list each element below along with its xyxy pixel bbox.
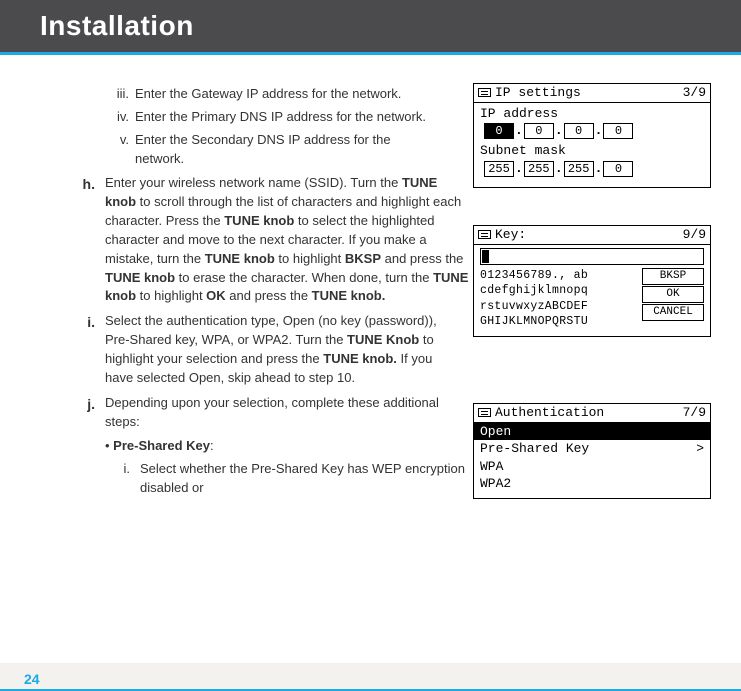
character-picker[interactable]: 0123456789., ab cdefghijklmnopq rstuvwxy… [480,268,639,330]
page-number: 24 [24,671,40,687]
ip-octet-2[interactable]: 0 [524,123,554,139]
step-j: j. Depending upon your selection, comple… [30,394,470,432]
lcd-authentication: Authentication 7/9 Open Pre-Shared Key> … [473,403,711,499]
lcd-title-bar: IP settings 3/9 [474,84,710,103]
instruction-column: iii. Enter the Gateway IP address for th… [30,85,470,498]
step-iv: iv. Enter the Primary DNS IP address for… [30,108,470,127]
lcd-title-bar: Key: 9/9 [474,226,710,245]
subnet-mask-label: Subnet mask [480,143,704,159]
step-text: Enter your wireless network name (SSID).… [105,174,470,306]
subnet-octet-3[interactable]: 255 [564,161,594,177]
lcd-title-text: IP settings [495,85,581,101]
chevron-right-icon: > [696,441,704,457]
list-icon [478,88,491,97]
list-icon [478,408,491,417]
lcd-body: IP address 0. 0. 0. 0 Subnet mask 255. 2… [474,103,710,187]
auth-option-wpa[interactable]: WPA [474,458,710,476]
content-area: iii. Enter the Gateway IP address for th… [0,55,741,498]
step-h: h. Enter your wireless network name (SSI… [30,174,470,306]
bksp-button[interactable]: BKSP [642,268,704,285]
list-icon [478,230,491,239]
step-j-sub-i: i. Select whether the Pre-Shared Key has… [30,460,470,498]
step-marker: h. [30,174,105,306]
key-input-field[interactable] [480,248,704,265]
step-text: Enter the Secondary DNS IP address for t… [135,131,435,169]
step-text: Depending upon your selection, complete … [105,394,470,432]
auth-option-wpa2[interactable]: WPA2 [474,475,710,498]
step-text: Select the authentication type, Open (no… [105,312,450,387]
key-buttons: BKSP OK CANCEL [642,268,704,330]
lcd-page-indicator: 3/9 [683,85,706,101]
step-marker: iii. [30,85,135,104]
step-i: i. Select the authentication type, Open … [30,312,470,387]
page-header: Installation [0,0,741,52]
step-marker: v. [30,131,135,169]
step-marker: i. [30,312,105,387]
lcd-title-text: Authentication [495,405,604,421]
auth-option-open[interactable]: Open [474,423,710,441]
lcd-body: Open Pre-Shared Key> WPA WPA2 [474,423,710,498]
ip-octet-4[interactable]: 0 [603,123,633,139]
ip-octet-3[interactable]: 0 [564,123,594,139]
subnet-mask-row: 255. 255. 255. 0 [484,161,704,177]
step-marker: i. [30,460,140,498]
lcd-title-text: Key: [495,227,526,243]
footer-band [0,663,741,689]
subnet-octet-2[interactable]: 255 [524,161,554,177]
lcd-page-indicator: 9/9 [683,227,706,243]
cancel-button[interactable]: CANCEL [642,304,704,321]
step-marker: iv. [30,108,135,127]
step-v: v. Enter the Secondary DNS IP address fo… [30,131,470,169]
auth-option-psk[interactable]: Pre-Shared Key> [474,440,710,458]
text-cursor [482,250,489,263]
lcd-body: 0123456789., ab cdefghijklmnopq rstuvwxy… [474,245,710,336]
subnet-octet-1[interactable]: 255 [484,161,514,177]
page-title: Installation [40,10,194,42]
lcd-key-entry: Key: 9/9 0123456789., ab cdefghijklmnopq… [473,225,711,337]
step-iii: iii. Enter the Gateway IP address for th… [30,85,470,104]
ip-octet-1[interactable]: 0 [484,123,514,139]
step-text: Enter the Primary DNS IP address for the… [135,108,435,127]
step-text: Enter the Gateway IP address for the net… [135,85,435,104]
lcd-page-indicator: 7/9 [683,405,706,421]
step-text: Select whether the Pre-Shared Key has WE… [140,460,470,498]
ok-button[interactable]: OK [642,286,704,303]
lcd-ip-settings: IP settings 3/9 IP address 0. 0. 0. 0 Su… [473,83,711,188]
ip-address-label: IP address [480,106,704,122]
lcd-title-bar: Authentication 7/9 [474,404,710,423]
step-marker: j. [30,394,105,432]
subnet-octet-4[interactable]: 0 [603,161,633,177]
ip-address-row: 0. 0. 0. 0 [484,123,704,139]
key-character-area: 0123456789., ab cdefghijklmnopq rstuvwxy… [480,268,704,330]
step-j-bullet: • Pre-Shared Key: [105,437,470,456]
